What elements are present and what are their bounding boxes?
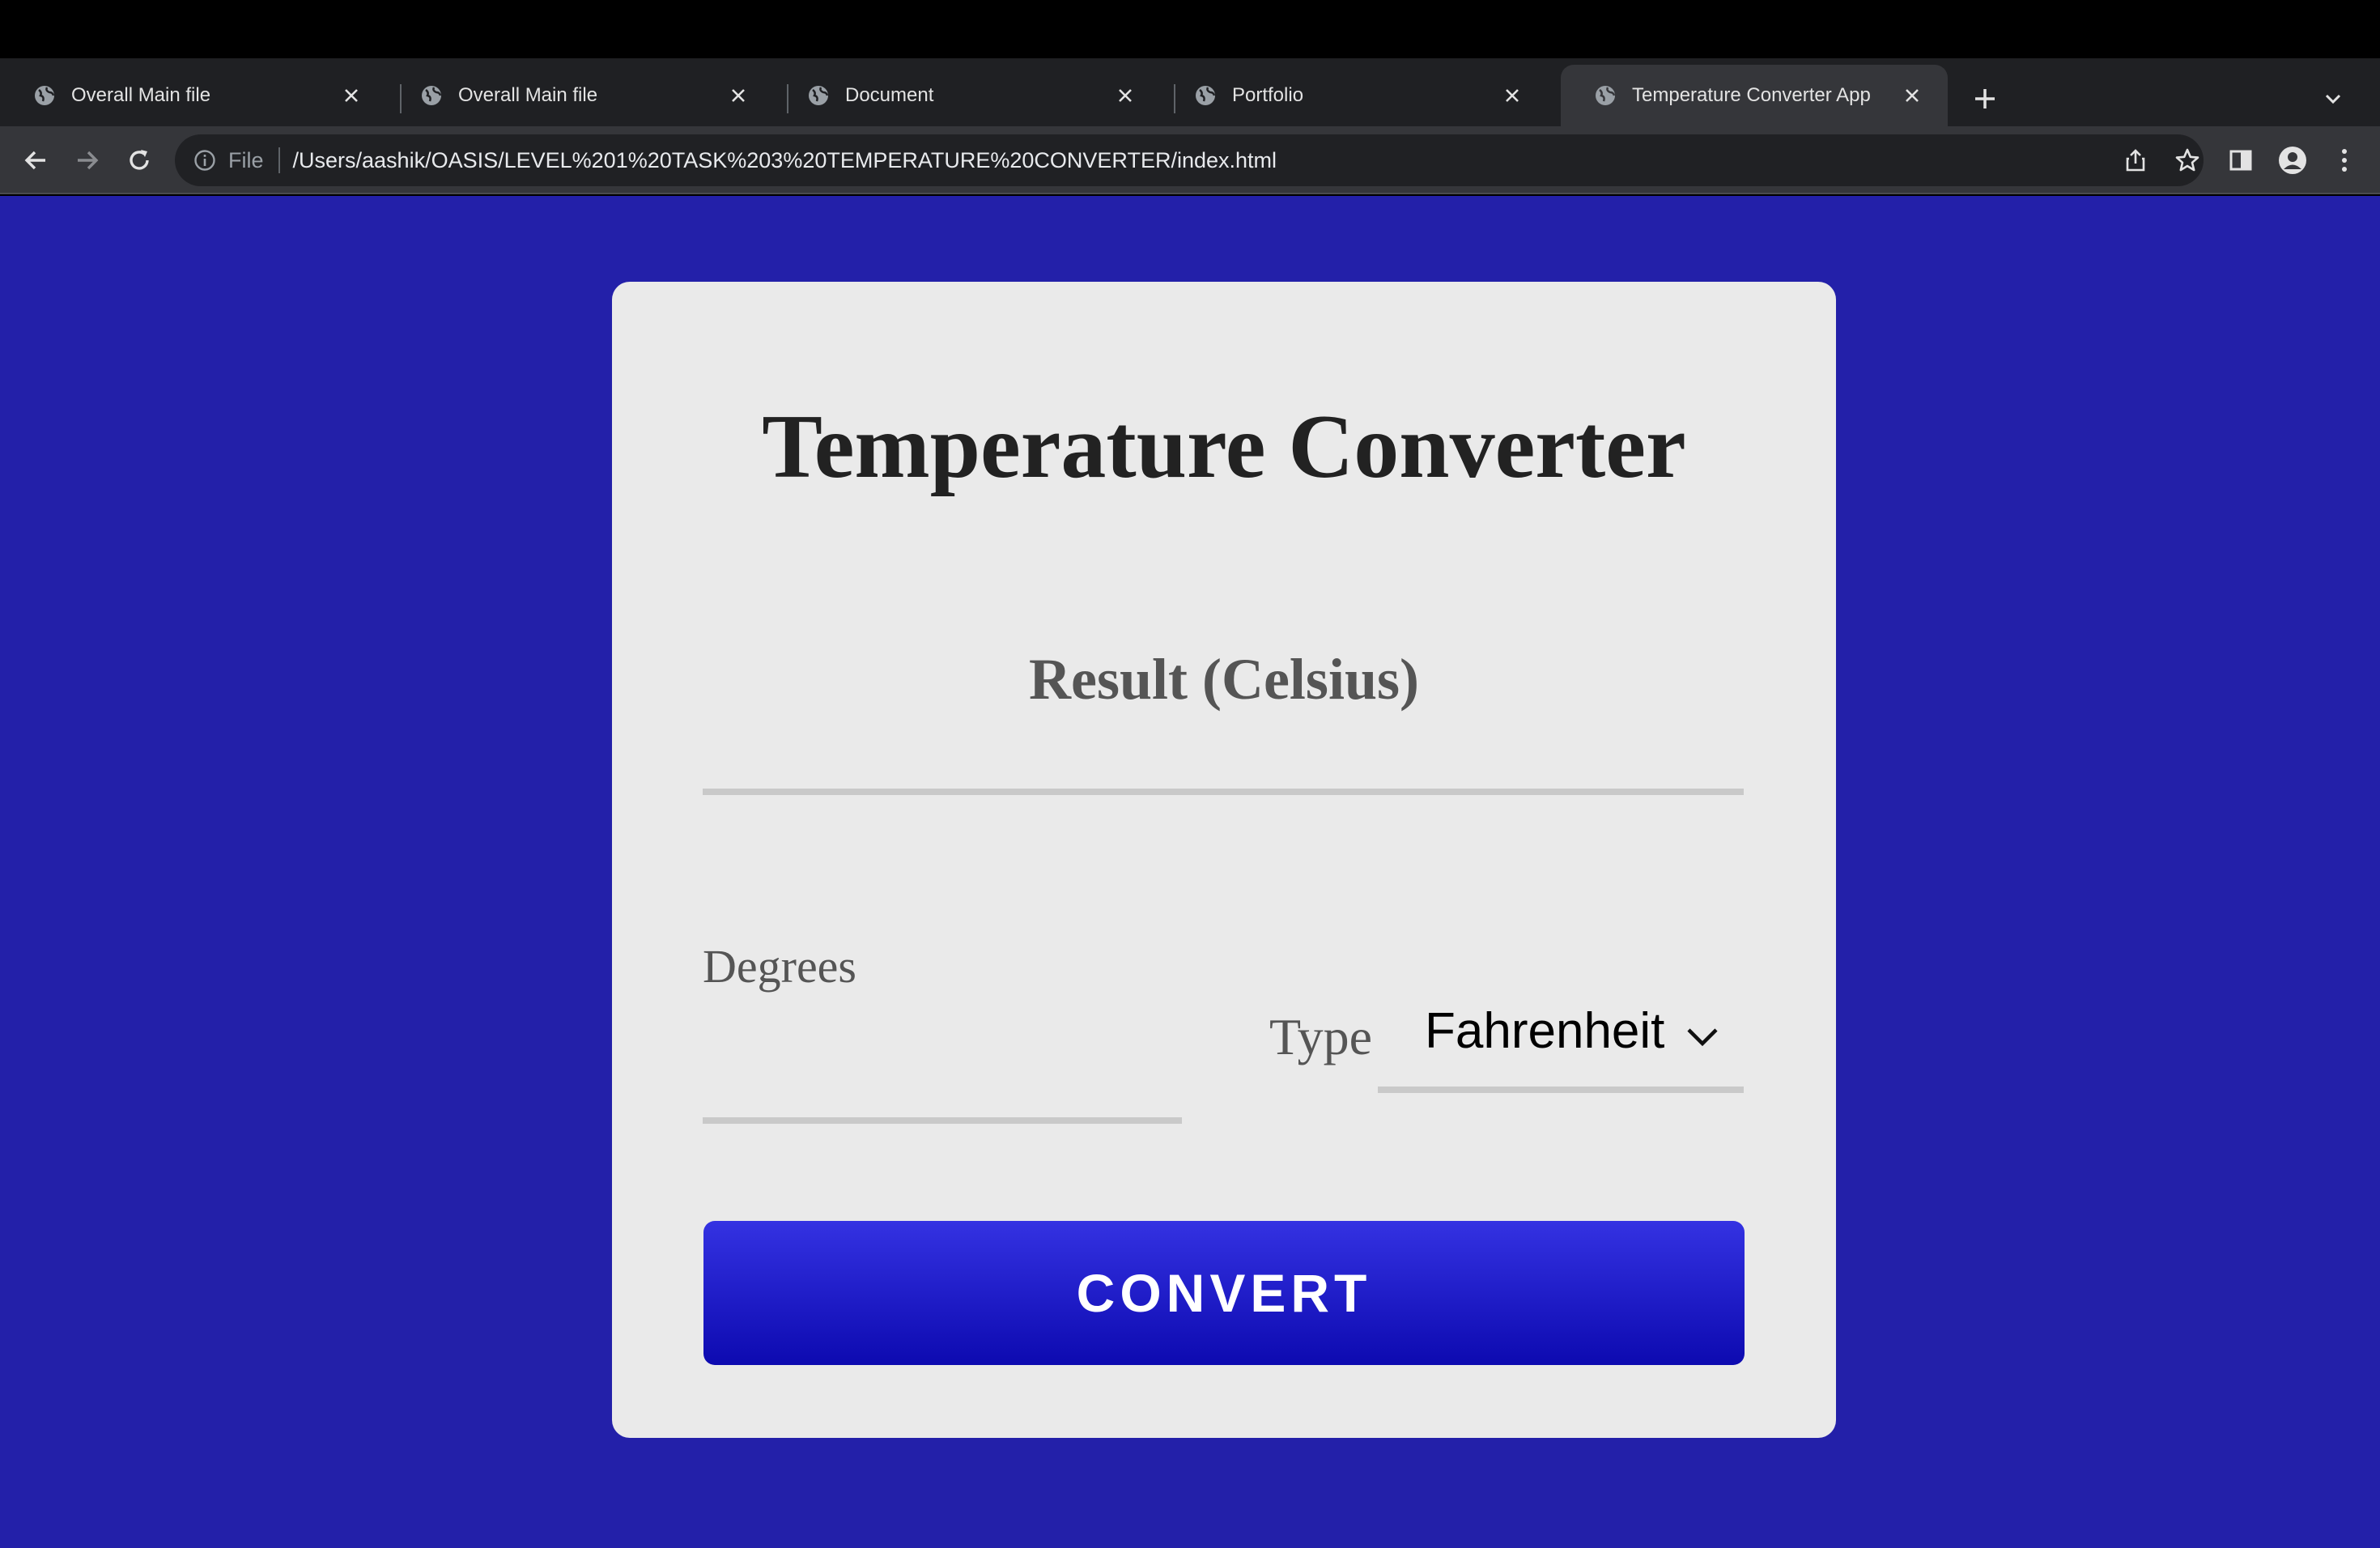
close-icon[interactable] bbox=[1896, 79, 1928, 112]
arrow-left-icon bbox=[24, 151, 45, 170]
page-title: Temperature Converter bbox=[762, 397, 1686, 497]
address-bar[interactable]: File /Users/aashik/OASIS/LEVEL%201%20TAS… bbox=[175, 134, 2204, 186]
close-icon[interactable] bbox=[722, 79, 754, 112]
tab-title: Portfolio bbox=[1232, 84, 1304, 106]
result-output-line bbox=[703, 789, 1744, 795]
reload-icon bbox=[130, 150, 149, 170]
browser-toolbar: File /Users/aashik/OASIS/LEVEL%201%20TAS… bbox=[0, 126, 2380, 194]
info-icon[interactable] bbox=[193, 148, 217, 172]
reload-button[interactable] bbox=[120, 141, 159, 180]
tab[interactable]: Document bbox=[774, 65, 1161, 126]
globe-icon bbox=[35, 86, 55, 105]
profile-icon bbox=[2279, 147, 2306, 174]
share-button[interactable] bbox=[2118, 142, 2153, 178]
tab-search-button[interactable] bbox=[2315, 81, 2351, 117]
tab-title: Overall Main file bbox=[458, 84, 598, 106]
result-label: Result (Celsius) bbox=[1029, 647, 1419, 712]
globe-icon bbox=[1196, 86, 1216, 105]
window-top-bar bbox=[0, 0, 2380, 58]
close-icon[interactable] bbox=[1109, 79, 1141, 112]
tab[interactable]: Overall Main file bbox=[387, 65, 774, 126]
tab-title: Document bbox=[845, 84, 934, 106]
address-url[interactable]: /Users/aashik/OASIS/LEVEL%201%20TASK%203… bbox=[293, 148, 1277, 173]
page-viewport: Temperature Converter Result (Celsius) D… bbox=[0, 196, 2380, 1548]
tab-title: Temperature Converter App bbox=[1632, 84, 1871, 106]
side-panel-button[interactable] bbox=[2221, 141, 2260, 180]
type-select[interactable]: Fahrenheit bbox=[1378, 1002, 1744, 1093]
globe-icon bbox=[422, 86, 442, 105]
converter-card: Temperature Converter Result (Celsius) D… bbox=[612, 282, 1836, 1438]
forward-button[interactable] bbox=[68, 141, 107, 180]
globe-icon bbox=[809, 86, 829, 105]
side-panel-icon bbox=[2229, 150, 2252, 171]
tab[interactable]: Portfolio bbox=[1161, 65, 1548, 126]
globe-icon bbox=[1596, 86, 1616, 105]
menu-button[interactable] bbox=[2325, 141, 2364, 180]
back-button[interactable] bbox=[16, 141, 55, 180]
tab-title: Overall Main file bbox=[71, 84, 211, 106]
close-icon[interactable] bbox=[1496, 79, 1528, 112]
type-select-value: Fahrenheit bbox=[1425, 1003, 1665, 1059]
type-label: Type bbox=[1269, 1008, 1373, 1065]
tab-strip: Overall Main file Overall Main file Docu… bbox=[0, 58, 2380, 126]
arrow-right-icon bbox=[78, 151, 99, 170]
address-divider bbox=[278, 147, 280, 173]
convert-button[interactable]: CONVERT bbox=[703, 1221, 1745, 1365]
more-vert-icon bbox=[2342, 149, 2347, 172]
close-icon[interactable] bbox=[335, 79, 368, 112]
star-icon bbox=[2175, 148, 2199, 172]
degrees-label: Degrees bbox=[703, 940, 857, 993]
bookmark-button[interactable] bbox=[2170, 142, 2205, 178]
plus-icon bbox=[1975, 89, 1995, 108]
chevron-down-icon bbox=[2325, 94, 2341, 104]
chevron-down-icon bbox=[1687, 1028, 1718, 1047]
degrees-input[interactable] bbox=[703, 994, 1182, 1124]
new-tab-button[interactable] bbox=[1967, 81, 2003, 117]
share-icon bbox=[2126, 149, 2145, 172]
address-scheme-label: File bbox=[228, 147, 264, 172]
tab[interactable]: Overall Main file bbox=[0, 65, 387, 126]
profile-button[interactable] bbox=[2273, 141, 2312, 180]
tab-active[interactable]: Temperature Converter App bbox=[1561, 65, 1948, 126]
